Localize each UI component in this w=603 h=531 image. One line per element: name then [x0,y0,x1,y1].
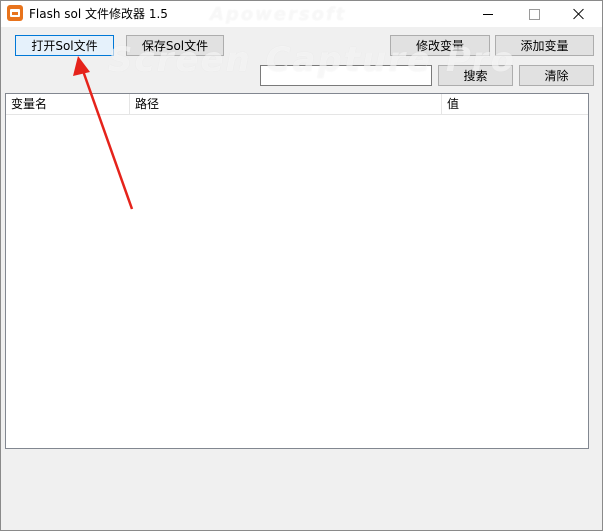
open-sol-file-button[interactable]: 打开Sol文件 [15,35,114,56]
column-header-name[interactable]: 变量名 [6,94,130,114]
maximize-button[interactable] [511,1,557,27]
add-variable-button[interactable]: 添加变量 [495,35,594,56]
column-header-value[interactable]: 值 [442,94,588,114]
minimize-button[interactable] [465,1,511,27]
save-sol-file-button[interactable]: 保存Sol文件 [126,35,224,56]
variable-list[interactable]: 变量名 路径 值 [5,93,589,449]
window-title: Flash sol 文件修改器 1.5 [29,7,168,21]
search-input[interactable] [260,65,432,86]
close-button[interactable] [556,1,602,27]
app-icon [7,5,23,21]
list-body[interactable] [6,115,588,448]
maximize-icon [528,8,540,20]
list-header: 变量名 路径 值 [6,94,588,115]
close-icon [573,8,585,20]
title-bar[interactable]: Flash sol 文件修改器 1.5 [1,1,602,27]
column-header-path[interactable]: 路径 [130,94,442,114]
modify-variable-button[interactable]: 修改变量 [390,35,490,56]
app-window: Flash sol 文件修改器 1.5 打开Sol文件 保存Sol文件 修改变量… [0,0,603,531]
search-button[interactable]: 搜索 [438,65,513,86]
bottom-panel [1,451,602,530]
minimize-icon [483,13,493,15]
clear-button[interactable]: 清除 [519,65,594,86]
